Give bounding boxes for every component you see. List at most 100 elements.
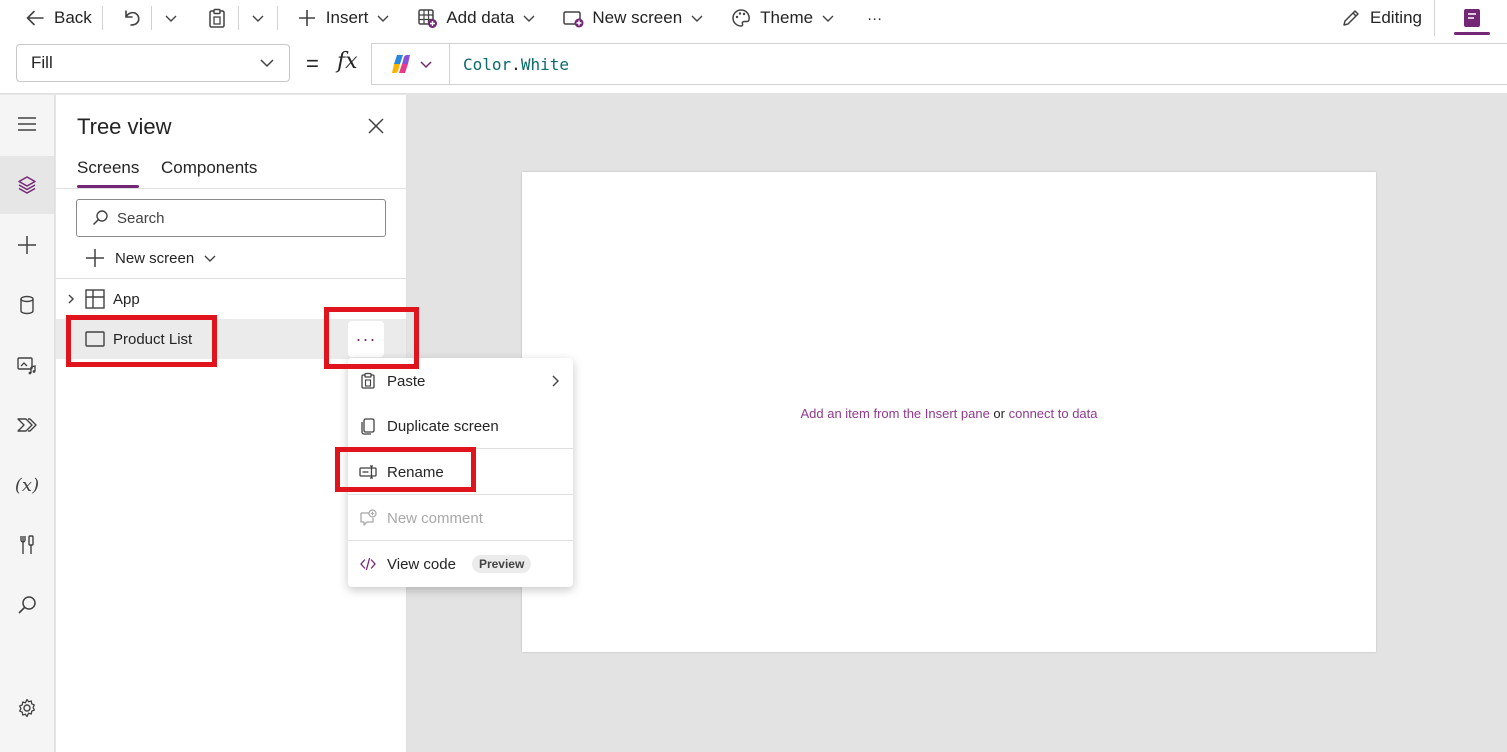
property-value: Fill [31, 53, 53, 72]
more-icon: ··· [867, 9, 883, 27]
notebook-icon [1464, 9, 1480, 27]
back-button[interactable]: Back [0, 0, 100, 36]
search-placeholder: Search [117, 209, 165, 227]
app-icon [85, 289, 105, 309]
menu-item-view-code[interactable]: View code Preview [348, 541, 573, 587]
chevron-right-icon [552, 375, 559, 387]
undo-dropdown-button[interactable] [154, 0, 188, 36]
formula-text[interactable]: Color.White [450, 55, 569, 74]
menu-item-label: Duplicate screen [387, 417, 499, 435]
screen-add-icon [562, 7, 584, 29]
chevron-right-icon [68, 294, 74, 304]
advanced-tools-rail-button[interactable] [0, 516, 54, 574]
tab-components[interactable]: Components [161, 158, 257, 178]
theme-label: Theme [760, 8, 814, 27]
chevron-down-icon [419, 61, 432, 69]
chevron-down-icon [377, 15, 389, 22]
left-rail: (x) [0, 95, 55, 752]
chevron-down-icon [523, 15, 535, 22]
plus-icon [86, 249, 104, 267]
menu-item-new-comment: New comment [348, 495, 573, 541]
search-input[interactable]: Search [76, 199, 386, 237]
clipboard-icon [361, 372, 375, 389]
menu-item-label: New comment [387, 509, 483, 527]
highlight-box-rename [335, 447, 476, 492]
flow-icon [17, 418, 37, 432]
menu-item-label: View code [387, 555, 456, 573]
variables-rail-button[interactable]: (x) [0, 456, 54, 514]
gear-icon [19, 698, 35, 718]
property-dropdown[interactable]: Fill [16, 44, 290, 82]
pencil-icon [1340, 7, 1362, 29]
power-automate-rail-button[interactable] [0, 396, 54, 454]
formula-input[interactable]: Color.White [371, 43, 1507, 85]
active-indicator [1454, 32, 1490, 35]
search-icon [92, 210, 108, 226]
chevron-down-icon [822, 15, 834, 22]
tree-tabs: Screens Components [56, 158, 406, 189]
divider [237, 6, 239, 30]
hamburger-icon [18, 117, 36, 131]
theme-button[interactable]: Theme [712, 0, 843, 36]
palette-icon [730, 7, 752, 29]
new-screen-tree-label: New screen [115, 249, 195, 267]
variables-icon: (x) [14, 474, 40, 496]
formula-dot: . [511, 54, 521, 74]
equals-sign: = [306, 51, 319, 76]
insert-rail-button[interactable] [0, 216, 54, 274]
new-screen-button[interactable]: New screen [544, 0, 712, 36]
settings-rail-button[interactable] [0, 679, 54, 737]
screen-canvas[interactable]: Add an item from the Insert pane or conn… [522, 172, 1376, 652]
paste-dropdown-button[interactable] [241, 0, 275, 36]
data-rail-button[interactable] [0, 276, 54, 334]
connect-data-link[interactable]: connect to data [1009, 406, 1098, 421]
formula-member: White [520, 54, 569, 74]
tab-screens[interactable]: Screens [77, 158, 140, 188]
new-screen-label: New screen [592, 8, 683, 27]
paste-button[interactable] [188, 0, 236, 36]
layers-icon [18, 176, 36, 194]
divider [101, 6, 103, 30]
code-icon [360, 557, 376, 571]
menu-item-duplicate-screen[interactable]: Duplicate screen [348, 403, 573, 449]
search-rail-button[interactable] [0, 576, 54, 634]
media-rail-button[interactable] [0, 336, 54, 394]
menu-item-label: Paste [387, 372, 426, 390]
add-data-button[interactable]: Add data [398, 0, 544, 36]
insert-button[interactable]: Insert [280, 0, 399, 36]
add-data-label: Add data [446, 8, 515, 27]
close-panel-button[interactable] [365, 115, 387, 137]
divider [276, 6, 278, 30]
copilot-button[interactable] [372, 44, 450, 84]
more-commands-button[interactable]: ··· [843, 0, 890, 36]
insert-pane-link[interactable]: Add an item from the Insert pane [800, 406, 989, 421]
copilot-icon [391, 55, 410, 73]
table-add-icon [416, 7, 438, 29]
highlight-box-product-list [66, 315, 217, 367]
copy-icon [361, 418, 375, 435]
highlight-box-more-button [324, 307, 419, 369]
divider [150, 6, 152, 30]
panel-title: Tree view [77, 114, 172, 139]
new-screen-tree-button[interactable]: New screen [84, 247, 217, 269]
notes-button[interactable] [1437, 0, 1507, 36]
chevron-down-icon [260, 59, 274, 68]
formula-bar: Fill = fx Color.White [0, 36, 1507, 94]
clipboard-icon [206, 7, 228, 29]
media-icon [17, 357, 36, 375]
tree-view-button[interactable] [0, 156, 54, 214]
undo-button[interactable] [105, 0, 149, 36]
chevron-down-icon [691, 15, 703, 22]
editing-label: Editing [1370, 8, 1422, 27]
menu-button[interactable] [0, 95, 54, 153]
empty-screen-hint: Add an item from the Insert pane or conn… [522, 406, 1376, 421]
back-label: Back [54, 8, 92, 27]
chevron-down-icon [252, 15, 264, 22]
insert-label: Insert [325, 8, 369, 27]
preview-badge: Preview [471, 555, 532, 573]
node-label: App [113, 290, 140, 308]
close-icon [368, 118, 384, 134]
plus-icon [18, 236, 36, 254]
comment-add-icon [360, 509, 377, 526]
editing-mode-button[interactable]: Editing [1332, 0, 1432, 36]
